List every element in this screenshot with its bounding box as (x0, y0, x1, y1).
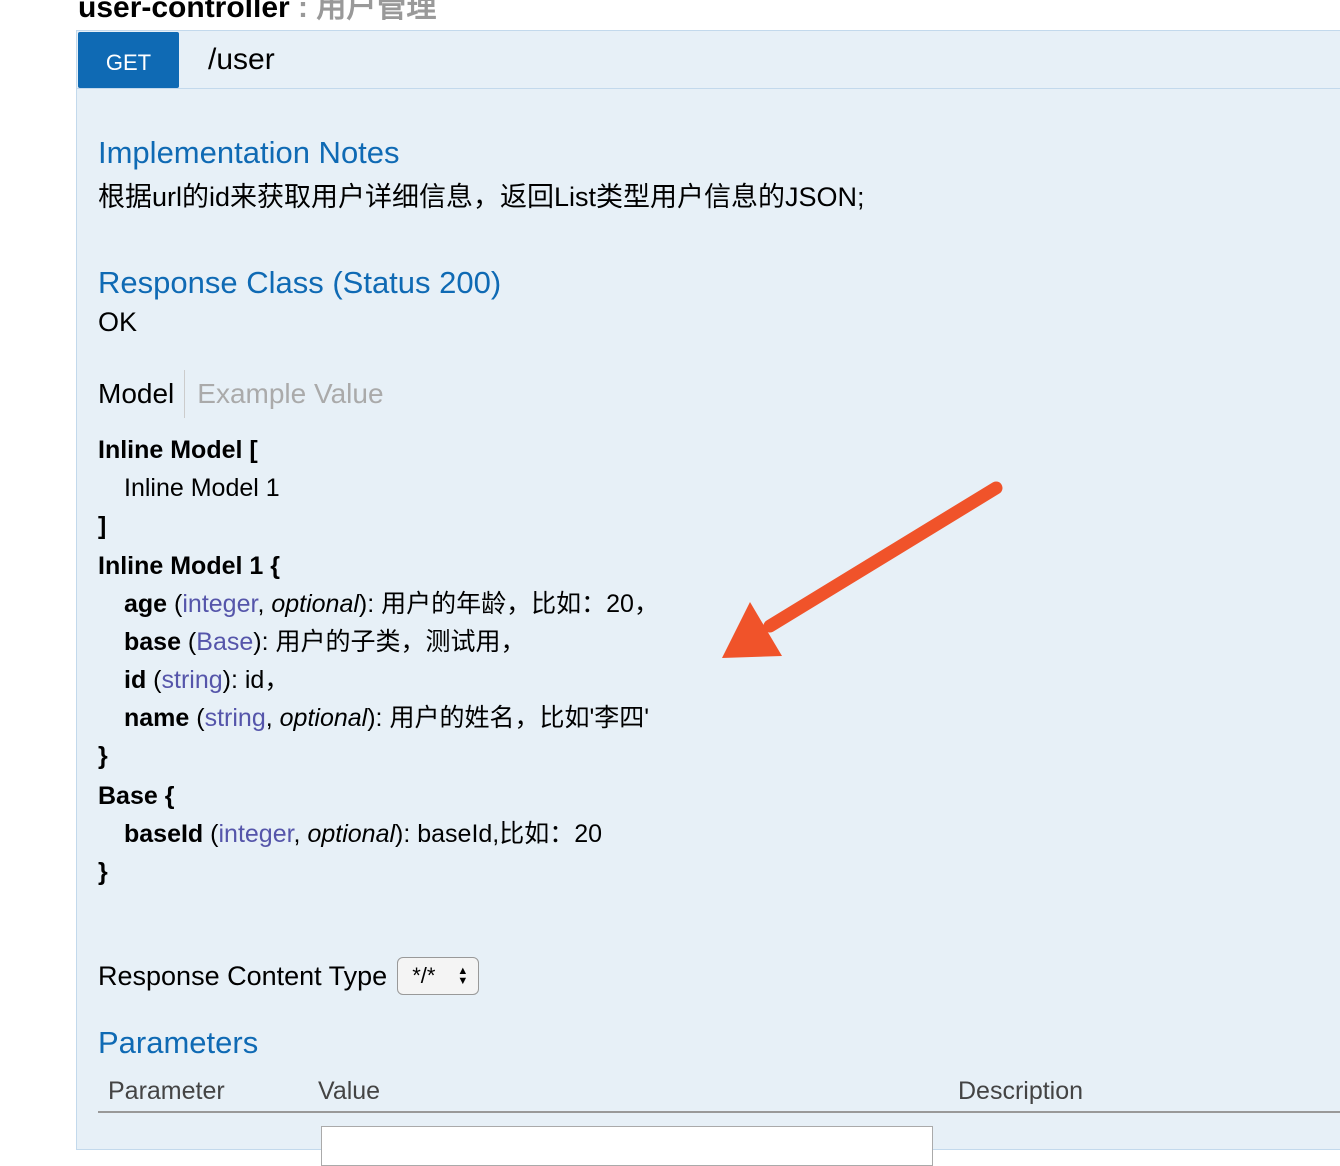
property-type: string (161, 666, 223, 694)
response-content-type-label: Response Content Type (98, 960, 388, 991)
model-property-name: name (string, optional): 用户的姓名，比如'李四' (124, 704, 649, 732)
implementation-notes-text: 根据url的id来获取用户详细信息，返回List类型用户信息的JSON; (98, 182, 865, 212)
property-name: baseId (124, 820, 204, 848)
operation-path[interactable]: /user (208, 43, 275, 77)
response-class: Response Class (Status 200) OK (98, 265, 501, 338)
model-property-base: base (Base): 用户的子类，测试用， (124, 628, 526, 656)
parameters-heading: Parameters (98, 1025, 259, 1060)
model-line: ] (98, 512, 107, 540)
property-name: age (124, 590, 168, 618)
property-description: : 用户的姓名，比如'李四' (375, 704, 649, 732)
response-content-type: Response Content Type */* ▲ ▼ (98, 957, 480, 995)
property-type: string (204, 704, 266, 732)
implementation-notes-heading: Implementation Notes (98, 135, 400, 170)
property-type: integer (182, 590, 258, 618)
column-header-parameter: Parameter (108, 1077, 225, 1105)
controller-title[interactable]: user-controller : 用户管理 (78, 0, 436, 26)
controller-description: : 用户管理 (289, 0, 437, 24)
tab-model[interactable]: Model (98, 370, 186, 418)
model-property-id: id (string): id， (124, 666, 290, 694)
column-header-value: Value (318, 1077, 381, 1105)
controller-name[interactable]: user-controller (78, 0, 290, 24)
operation-heading[interactable]: GET /user (77, 31, 1340, 89)
model-tabs: Model Example Value (98, 369, 384, 419)
select-value: */* (412, 963, 436, 988)
property-name: id (124, 666, 147, 694)
parameters-table-header: Parameter Value Description (98, 1073, 1340, 1113)
model-line: Inline Model [ (98, 436, 258, 464)
property-description: : id， (230, 666, 290, 694)
model-property-baseid: baseId (integer, optional): baseId,比如：20 (124, 820, 603, 848)
response-content-type-select[interactable]: */* ▲ ▼ (397, 957, 480, 995)
model-property-age: age (integer, optional): 用户的年龄，比如：20， (124, 590, 659, 618)
tab-example-value[interactable]: Example Value (185, 370, 383, 418)
property-optional: optional (279, 704, 368, 732)
model-line: Base { (98, 782, 175, 810)
arrow-annotation-icon (722, 481, 1003, 658)
response-status-text: OK (98, 307, 138, 337)
property-description: : baseId,比如：20 (403, 820, 603, 848)
implementation-notes: Implementation Notes 根据url的id来获取用户详细信息，返… (98, 135, 865, 214)
parameter-value-input[interactable] (321, 1126, 933, 1166)
sort-arrows-icon: ▲ ▼ (457, 965, 469, 987)
property-type-link[interactable]: Base (196, 628, 253, 656)
property-name: base (124, 628, 181, 656)
model-line: } (98, 742, 108, 770)
property-type: integer (218, 820, 294, 848)
column-header-description: Description (958, 1077, 1084, 1105)
property-description: : 用户的年龄，比如：20， (367, 590, 659, 618)
property-name: name (124, 704, 190, 732)
property-optional: optional (307, 820, 396, 848)
http-method-badge[interactable]: GET (78, 32, 179, 88)
response-class-heading: Response Class (Status 200) (98, 265, 502, 300)
property-optional: optional (271, 590, 359, 618)
property-description: : 用户的子类，测试用， (261, 628, 526, 656)
model-line: Inline Model 1 (124, 474, 280, 502)
model-line: Inline Model 1 { (98, 552, 280, 580)
model-signature: Inline Model [ Inline Model 1 ] Inline M… (98, 431, 659, 891)
model-line: } (98, 858, 108, 886)
